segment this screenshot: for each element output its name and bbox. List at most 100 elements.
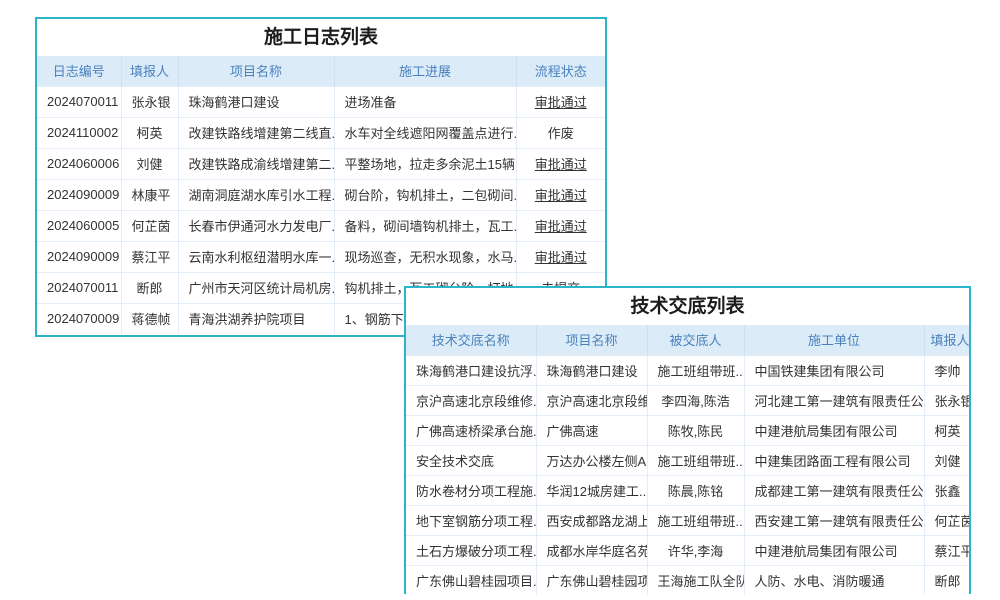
log-project-link[interactable]: 湖南洞庭湖水库引水工程... [178, 179, 334, 210]
log-status-badge[interactable]: 审批通过 [516, 86, 605, 117]
technical-disclosure-table-header: 技术交底名称项目名称被交底人施工单位填报人 [406, 325, 969, 355]
disclosure-unit-cell: 人防、水电、消防暖通 [744, 565, 924, 595]
disclosure-reporter-cell[interactable]: 何芷茵 [924, 505, 969, 535]
disclosure-reporter-cell[interactable]: 张永银 [924, 385, 969, 415]
log-progress-cell: 进场准备 [334, 86, 516, 117]
disclosure-project-link[interactable]: 西安成都路龙湖上... [536, 505, 647, 535]
log-progress-cell: 备料，砌间墙钩机排土，瓦工... [334, 210, 516, 241]
log-project-link[interactable]: 云南水利枢纽潜明水库一... [178, 241, 334, 272]
log-progress-cell: 平整场地，拉走多余泥土15辆... [334, 148, 516, 179]
log-progress-cell: 现场巡查，无积水现象，水马... [334, 241, 516, 272]
log-id-cell[interactable]: 2024090009 [37, 179, 121, 210]
log-status-badge[interactable]: 审批通过 [516, 148, 605, 179]
disclosure-name-link[interactable]: 京沪高速北京段维修... [406, 385, 536, 415]
technical-disclosure-table-row: 安全技术交底万达办公楼左侧A...施工班组带班...中建集团路面工程有限公司刘健 [406, 445, 969, 475]
log-status-badge[interactable]: 审批通过 [516, 241, 605, 272]
log-id-cell[interactable]: 2024090009 [37, 241, 121, 272]
disclosure-receiver-cell: 施工班组带班... [647, 445, 744, 475]
disclosure-reporter-cell[interactable]: 断郎 [924, 565, 969, 595]
log-reporter-cell[interactable]: 蔡江平 [121, 241, 178, 272]
log-reporter-cell[interactable]: 张永银 [121, 86, 178, 117]
construction-log-table-row: 2024060005何芷茵长春市伊通河水力发电厂...备料，砌间墙钩机排土，瓦工… [37, 210, 605, 241]
disclosure-unit-cell: 中建港航局集团有限公司 [744, 415, 924, 445]
technical-disclosure-table-body: 珠海鹤港口建设抗浮...珠海鹤港口建设施工班组带班...中国铁建集团有限公司李帅… [406, 355, 969, 595]
disclosure-reporter-cell[interactable]: 柯英 [924, 415, 969, 445]
log-project-link[interactable]: 珠海鹤港口建设 [178, 86, 334, 117]
technical-disclosure-table-row: 地下室钢筋分项工程...西安成都路龙湖上...施工班组带班...西安建工第一建筑… [406, 505, 969, 535]
construction-log-table-row: 2024090009林康平湖南洞庭湖水库引水工程...砌台阶，钩机排土，二包砌间… [37, 179, 605, 210]
disclosure-reporter-cell[interactable]: 李帅 [924, 355, 969, 385]
disclosure-receiver-cell: 陈牧,陈民 [647, 415, 744, 445]
construction-log-table-row: 2024090009蔡江平云南水利枢纽潜明水库一...现场巡查，无积水现象，水马… [37, 241, 605, 272]
disclosure-receiver-cell: 李四海,陈浩 [647, 385, 744, 415]
log-id-cell[interactable]: 2024070011 [37, 272, 121, 303]
log-project-link[interactable]: 广州市天河区统计局机房... [178, 272, 334, 303]
log-progress-cell: 水车对全线遮阳网覆盖点进行... [334, 117, 516, 148]
construction-log-title: 施工日志列表 [37, 19, 605, 56]
disclosure-reporter-cell[interactable]: 张鑫 [924, 475, 969, 505]
technical-disclosure-column-header: 被交底人 [647, 325, 744, 355]
disclosure-project-link[interactable]: 京沪高速北京段维修 [536, 385, 647, 415]
disclosure-name-link[interactable]: 安全技术交底 [406, 445, 536, 475]
log-id-cell[interactable]: 2024060005 [37, 210, 121, 241]
technical-disclosure-table-row: 广东佛山碧桂园项目...广东佛山碧桂园项目王海施工队全队人防、水电、消防暖通断郎 [406, 565, 969, 595]
technical-disclosure-column-header: 施工单位 [744, 325, 924, 355]
technical-disclosure-column-header: 项目名称 [536, 325, 647, 355]
table-header-row: 日志编号填报人项目名称施工进展流程状态 [37, 56, 605, 86]
disclosure-project-link[interactable]: 广佛高速 [536, 415, 647, 445]
log-reporter-cell[interactable]: 刘健 [121, 148, 178, 179]
disclosure-receiver-cell: 陈晨,陈铭 [647, 475, 744, 505]
log-reporter-cell[interactable]: 林康平 [121, 179, 178, 210]
log-reporter-cell[interactable]: 蒋德帧 [121, 303, 178, 334]
log-id-cell[interactable]: 2024070009 [37, 303, 121, 334]
construction-log-column-header: 项目名称 [178, 56, 334, 86]
disclosure-project-link[interactable]: 万达办公楼左侧A... [536, 445, 647, 475]
disclosure-receiver-cell: 王海施工队全队 [647, 565, 744, 595]
log-project-link[interactable]: 长春市伊通河水力发电厂... [178, 210, 334, 241]
table-header-row: 技术交底名称项目名称被交底人施工单位填报人 [406, 325, 969, 355]
technical-disclosure-table-row: 土石方爆破分项工程...成都水岸华庭名苑...许华,李海中建港航局集团有限公司蔡… [406, 535, 969, 565]
disclosure-name-link[interactable]: 珠海鹤港口建设抗浮... [406, 355, 536, 385]
log-reporter-cell[interactable]: 何芷茵 [121, 210, 178, 241]
log-status-badge[interactable]: 审批通过 [516, 179, 605, 210]
log-progress-cell: 砌台阶，钩机排土，二包砌间... [334, 179, 516, 210]
technical-disclosure-title: 技术交底列表 [406, 288, 969, 325]
disclosure-project-link[interactable]: 成都水岸华庭名苑... [536, 535, 647, 565]
disclosure-name-link[interactable]: 地下室钢筋分项工程... [406, 505, 536, 535]
log-id-cell[interactable]: 2024070011 [37, 86, 121, 117]
disclosure-reporter-cell[interactable]: 刘健 [924, 445, 969, 475]
log-project-link[interactable]: 改建铁路线增建第二线直... [178, 117, 334, 148]
disclosure-unit-cell: 西安建工第一建筑有限责任公司 [744, 505, 924, 535]
construction-log-table-header: 日志编号填报人项目名称施工进展流程状态 [37, 56, 605, 86]
disclosure-unit-cell: 中建集团路面工程有限公司 [744, 445, 924, 475]
disclosure-project-link[interactable]: 华润12城房建工... [536, 475, 647, 505]
disclosure-name-link[interactable]: 广东佛山碧桂园项目... [406, 565, 536, 595]
log-id-cell[interactable]: 2024110002 [37, 117, 121, 148]
disclosure-unit-cell: 河北建工第一建筑有限责任公司 [744, 385, 924, 415]
disclosure-name-link[interactable]: 广佛高速桥梁承台施... [406, 415, 536, 445]
construction-log-table-row: 2024060006刘健改建铁路成渝线增建第二...平整场地，拉走多余泥土15辆… [37, 148, 605, 179]
technical-disclosure-column-header: 技术交底名称 [406, 325, 536, 355]
technical-disclosure-table: 技术交底名称项目名称被交底人施工单位填报人 珠海鹤港口建设抗浮...珠海鹤港口建… [406, 325, 969, 595]
log-project-link[interactable]: 青海洪湖养护院项目 [178, 303, 334, 334]
disclosure-project-link[interactable]: 广东佛山碧桂园项目 [536, 565, 647, 595]
log-reporter-cell[interactable]: 断郎 [121, 272, 178, 303]
construction-log-table-row: 2024110002柯英改建铁路线增建第二线直...水车对全线遮阳网覆盖点进行.… [37, 117, 605, 148]
technical-disclosure-table-row: 防水卷材分项工程施...华润12城房建工...陈晨,陈铭成都建工第一建筑有限责任… [406, 475, 969, 505]
construction-log-column-header: 施工进展 [334, 56, 516, 86]
disclosure-name-link[interactable]: 防水卷材分项工程施... [406, 475, 536, 505]
disclosure-receiver-cell: 施工班组带班... [647, 505, 744, 535]
disclosure-receiver-cell: 施工班组带班... [647, 355, 744, 385]
log-project-link[interactable]: 改建铁路成渝线增建第二... [178, 148, 334, 179]
disclosure-name-link[interactable]: 土石方爆破分项工程... [406, 535, 536, 565]
disclosure-project-link[interactable]: 珠海鹤港口建设 [536, 355, 647, 385]
technical-disclosure-table-row: 广佛高速桥梁承台施...广佛高速陈牧,陈民中建港航局集团有限公司柯英 [406, 415, 969, 445]
log-status-badge[interactable]: 审批通过 [516, 210, 605, 241]
log-status-badge: 作废 [516, 117, 605, 148]
log-reporter-cell[interactable]: 柯英 [121, 117, 178, 148]
log-id-cell[interactable]: 2024060006 [37, 148, 121, 179]
construction-log-column-header: 日志编号 [37, 56, 121, 86]
disclosure-reporter-cell[interactable]: 蔡江平 [924, 535, 969, 565]
technical-disclosure-table-row: 京沪高速北京段维修...京沪高速北京段维修李四海,陈浩河北建工第一建筑有限责任公… [406, 385, 969, 415]
disclosure-unit-cell: 中国铁建集团有限公司 [744, 355, 924, 385]
